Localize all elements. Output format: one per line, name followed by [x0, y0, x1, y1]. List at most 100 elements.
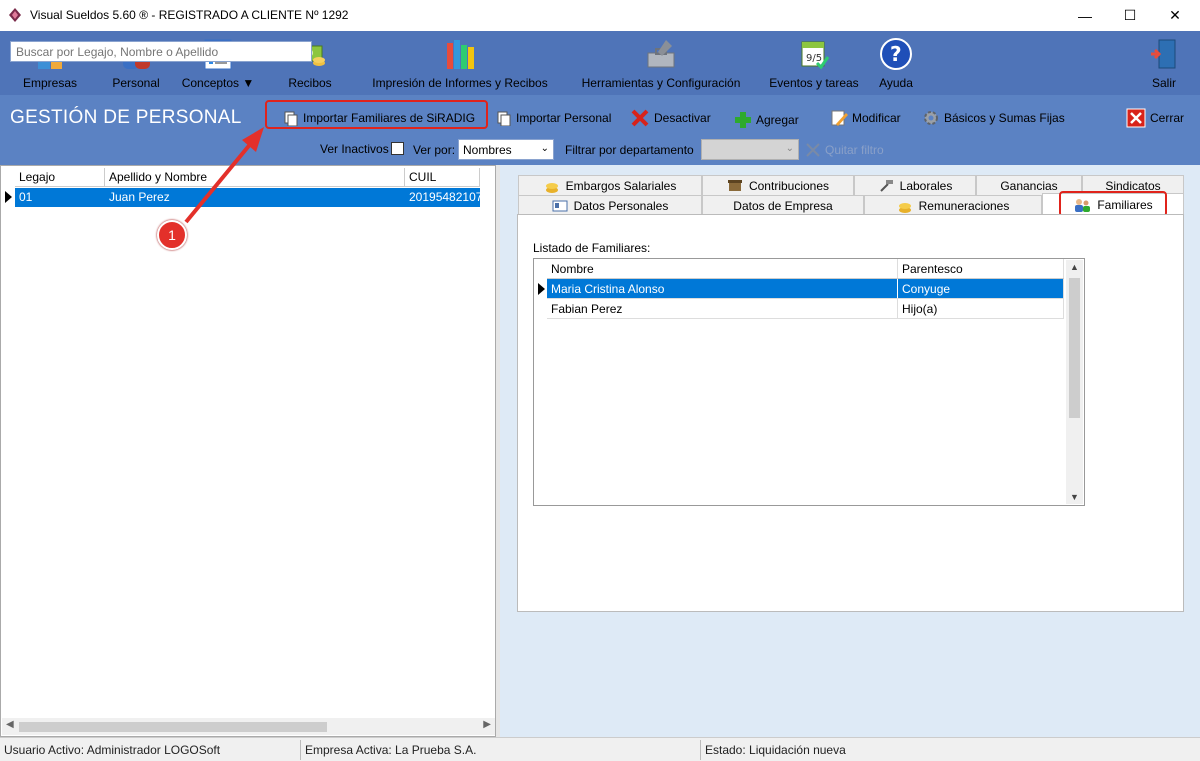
tab-contribuciones[interactable]: Contribuciones	[702, 175, 854, 196]
chevron-down-icon[interactable]: ▼	[242, 76, 254, 90]
red-x-icon	[631, 109, 649, 127]
toolbar-label: Eventos y tareas	[769, 76, 859, 90]
gear-icon	[924, 111, 938, 125]
familiares-grid-header: Nombre Parentesco	[547, 259, 1064, 279]
cell-nombre: Maria Cristina Alonso	[547, 279, 898, 298]
window-title: Visual Sueldos 5.60 ® - REGISTRADO A CLI…	[30, 8, 349, 22]
toolbar-label: Ayuda	[879, 76, 913, 90]
chevron-down-icon: ⌄	[540, 143, 549, 154]
tools-icon	[647, 40, 675, 68]
svg-text:9/5: 9/5	[806, 53, 822, 64]
column-header-nombre[interactable]: Nombre	[547, 259, 898, 278]
pencil-icon	[831, 110, 848, 126]
vertical-scrollbar[interactable]: ▲ ▼	[1066, 260, 1083, 504]
table-row[interactable]: Fabian Perez Hijo(a)	[547, 299, 1064, 319]
coins-icon	[898, 202, 911, 213]
app-logo-icon	[9, 8, 21, 22]
minimize-button[interactable]: —	[1062, 0, 1108, 31]
status-bar: Usuario Activo: Administrador LOGOSoft E…	[0, 737, 1200, 761]
cell-parentesco: Hijo(a)	[898, 299, 1064, 318]
familiares-grid: Nombre Parentesco Maria Cristina Alonso …	[533, 258, 1085, 506]
copy-document-icon	[497, 111, 511, 126]
toolbar-label: Herramientas y Configuración	[581, 76, 741, 90]
scrollbar-thumb[interactable]	[1069, 278, 1080, 418]
filter-department-label: Filtrar por departamento	[565, 143, 694, 157]
step-badge: 1	[157, 220, 187, 250]
toolbar-label: Recibos	[288, 76, 332, 90]
clear-filter-icon	[806, 143, 820, 157]
ver-inactivos-label: Ver Inactivos	[320, 142, 389, 156]
tab-laborales[interactable]: Laborales	[854, 175, 976, 196]
page-title: GESTIÓN DE PERSONAL	[10, 107, 242, 128]
status-estado: Estado: Liquidación nueva	[705, 743, 846, 757]
column-header-legajo[interactable]: Legajo	[15, 168, 105, 186]
tab-datos-empresa[interactable]: Datos de Empresa	[702, 195, 864, 216]
modify-button[interactable]: Modificar	[830, 108, 901, 128]
add-button[interactable]: Agregar	[734, 110, 799, 130]
help-icon: ?	[880, 38, 912, 70]
books-icon	[447, 40, 474, 69]
cell-legajo: 01	[19, 190, 33, 204]
plus-icon	[735, 112, 751, 128]
column-header-cuil[interactable]: CUIL	[405, 168, 480, 186]
toolbar-label: Conceptos ▼	[181, 76, 255, 90]
status-separator	[700, 740, 701, 760]
toolbar-ayuda-button[interactable]: ? Ayuda	[872, 31, 920, 95]
toolbar-impresion-button[interactable]: Impresión de Informes y Recibos	[366, 31, 554, 95]
chevron-down-icon: ⌄	[785, 143, 794, 154]
svg-text:?: ?	[890, 42, 902, 66]
toolbar-herramientas-button[interactable]: Herramientas y Configuración	[574, 31, 748, 95]
employee-grid: Legajo Apellido y Nombre CUIL 01 Juan Pe…	[0, 165, 496, 737]
scroll-up-icon[interactable]: ▲	[1070, 262, 1079, 272]
scroll-icon	[727, 179, 742, 191]
basics-sums-button[interactable]: Básicos y Sumas Fijas	[922, 108, 1065, 128]
tab-remuneraciones[interactable]: Remuneraciones	[864, 195, 1042, 216]
cell-nombre: Fabian Perez	[547, 299, 898, 318]
toolbar-label: Salir	[1151, 76, 1176, 90]
toolbar-eventos-button[interactable]: 9/5 Eventos y tareas	[764, 31, 864, 95]
familiares-list-label: Listado de Familiares:	[533, 241, 651, 255]
table-row[interactable]: 01 Juan Perez 20195482107	[15, 188, 480, 207]
deactivate-button[interactable]: Desactivar	[630, 108, 711, 128]
scroll-left-icon[interactable]: ◀	[6, 719, 14, 730]
tab-datos-personales[interactable]: Datos Personales	[518, 195, 702, 216]
cell-nombre: Juan Perez	[109, 190, 170, 204]
row-indicator-icon	[5, 191, 12, 203]
maximize-button[interactable]: ☐	[1107, 0, 1153, 31]
import-family-highlight	[265, 100, 488, 129]
import-personal-button[interactable]: Importar Personal	[496, 108, 611, 128]
exit-door-icon	[1151, 39, 1176, 69]
table-row[interactable]: Maria Cristina Alonso Conyuge	[547, 279, 1064, 299]
hammer-icon	[879, 179, 893, 192]
calendar-icon: 9/5	[801, 41, 830, 70]
tab-embargos[interactable]: Embargos Salariales	[518, 175, 702, 196]
close-icon	[1126, 108, 1146, 128]
status-empresa: Empresa Activa: La Prueba S.A.	[305, 743, 477, 757]
search-input[interactable]	[10, 41, 312, 62]
cell-parentesco: Conyuge	[898, 279, 1064, 298]
toolbar-salir-button[interactable]: Salir	[1140, 31, 1188, 95]
row-indicator-icon	[538, 283, 545, 295]
coins-icon	[545, 182, 558, 193]
department-select[interactable]: ⌄	[701, 139, 799, 160]
close-module-button[interactable]: Cerrar	[1126, 108, 1184, 128]
cell-cuil: 20195482107	[409, 190, 480, 204]
scroll-down-icon[interactable]: ▼	[1070, 492, 1079, 502]
close-window-button[interactable]: ✕	[1152, 0, 1198, 31]
status-usuario: Usuario Activo: Administrador LOGOSoft	[4, 743, 221, 757]
employee-grid-header: Legajo Apellido y Nombre CUIL	[15, 168, 480, 187]
status-separator	[300, 740, 301, 760]
scrollbar-thumb[interactable]	[19, 722, 327, 732]
scroll-right-icon[interactable]: ▶	[483, 719, 491, 730]
clear-filter-button[interactable]: Quitar filtro	[805, 140, 884, 160]
toolbar-label: Impresión de Informes y Recibos	[372, 76, 548, 90]
ver-por-label: Ver por:	[413, 143, 456, 157]
column-header-parentesco[interactable]: Parentesco	[898, 259, 1064, 278]
id-card-icon	[552, 200, 568, 211]
column-header-nombre[interactable]: Apellido y Nombre	[105, 168, 405, 186]
ver-por-select[interactable]: Nombres ⌄	[458, 139, 554, 160]
title-bar: Visual Sueldos 5.60 ® - REGISTRADO A CLI…	[0, 0, 1200, 31]
ver-inactivos-checkbox[interactable]	[391, 142, 404, 155]
toolbar-label: Personal	[112, 76, 160, 90]
horizontal-scrollbar[interactable]: ◀ ▶	[2, 718, 495, 735]
